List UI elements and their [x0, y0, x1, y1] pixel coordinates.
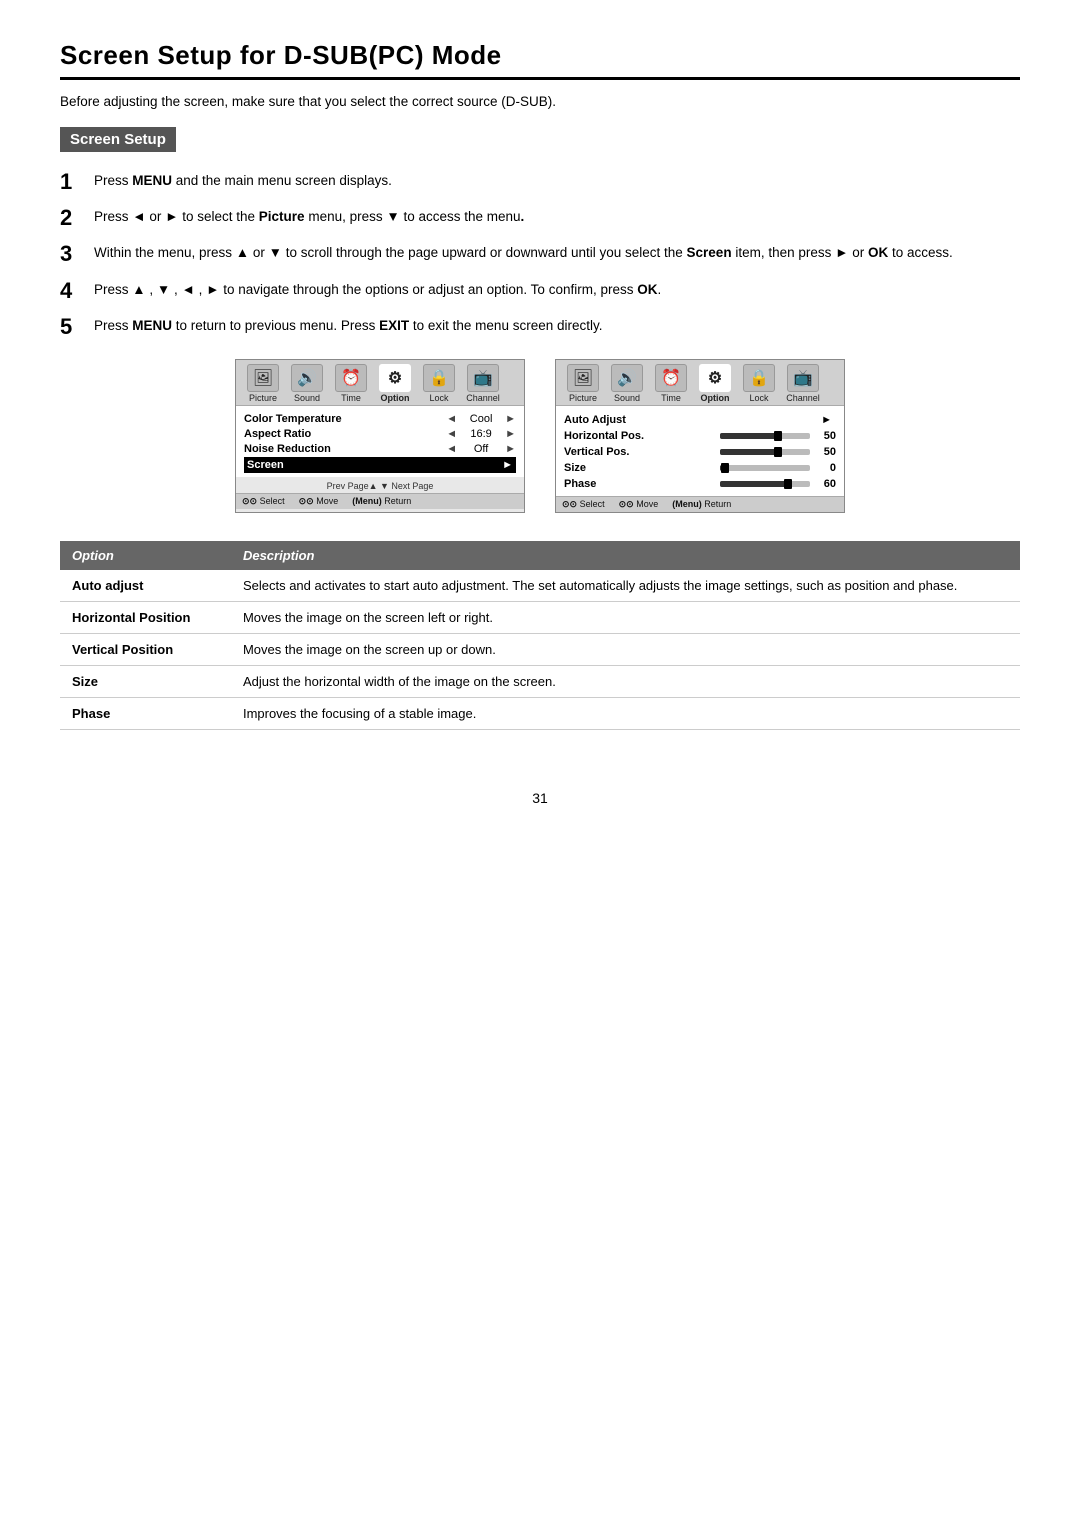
left-icon-sound: 🔊 Sound	[286, 364, 328, 403]
right-row-auto-adjust: Auto Adjust ►	[564, 412, 836, 428]
right-channel-icon: 📺	[787, 364, 819, 392]
right-menu-icons: 🖼 Picture 🔊 Sound ⏰ Time ⚙ Option 🔒 Lock…	[556, 360, 844, 406]
step-2: 2 Press ◄ or ► to select the Picture men…	[60, 206, 1020, 230]
table-cell-description: Improves the focusing of a stable image.	[231, 697, 1020, 729]
lock-icon: 🔒	[423, 364, 455, 392]
step-4-text: Press ▲ , ▼ , ◄ , ► to navigate through …	[94, 279, 1020, 301]
right-icon-option: ⚙ Option	[694, 364, 736, 403]
right-lock-icon: 🔒	[743, 364, 775, 392]
menu-screenshots: 🖼 Picture 🔊 Sound ⏰ Time ⚙ Option 🔒 Lock…	[60, 359, 1020, 513]
section-header: Screen Setup	[60, 127, 1020, 170]
step-5-num: 5	[60, 315, 94, 339]
table-row: Auto adjustSelects and activates to star…	[60, 570, 1020, 602]
table-row: PhaseImproves the focusing of a stable i…	[60, 697, 1020, 729]
col-description-header: Description	[231, 541, 1020, 570]
table-row: Horizontal PositionMoves the image on th…	[60, 601, 1020, 633]
left-icon-option: ⚙ Option	[374, 364, 416, 403]
table-cell-option: Size	[60, 665, 231, 697]
step-4: 4 Press ▲ , ▼ , ◄ , ► to navigate throug…	[60, 279, 1020, 303]
right-icon-time: ⏰ Time	[650, 364, 692, 403]
right-icon-channel: 📺 Channel	[782, 364, 824, 403]
left-prev-next: Prev Page▲ ▼ Next Page	[236, 477, 524, 493]
left-icon-channel: 📺 Channel	[462, 364, 504, 403]
horiz-bar	[720, 433, 810, 439]
step-1-text: Press MENU and the main menu screen disp…	[94, 170, 1020, 192]
right-row-vert-pos: Vertical Pos. 50	[564, 444, 836, 460]
left-row-noise: Noise Reduction ◄ Off ►	[244, 442, 516, 457]
table-row: Vertical PositionMoves the image on the …	[60, 633, 1020, 665]
left-menu-icons: 🖼 Picture 🔊 Sound ⏰ Time ⚙ Option 🔒 Lock…	[236, 360, 524, 406]
table-row: SizeAdjust the horizontal width of the i…	[60, 665, 1020, 697]
left-menu-box: 🖼 Picture 🔊 Sound ⏰ Time ⚙ Option 🔒 Lock…	[235, 359, 525, 513]
right-row-phase: Phase 60	[564, 476, 836, 492]
channel-icon: 📺	[467, 364, 499, 392]
table-header-row: Option Description	[60, 541, 1020, 570]
right-option-icon: ⚙	[699, 364, 731, 392]
right-sound-icon: 🔊	[611, 364, 643, 392]
phase-bar	[720, 481, 810, 487]
option-icon: ⚙	[379, 364, 411, 392]
intro-text: Before adjusting the screen, make sure t…	[60, 94, 1020, 109]
right-menu-box: 🖼 Picture 🔊 Sound ⏰ Time ⚙ Option 🔒 Lock…	[555, 359, 845, 513]
right-menu-footer: ⊙⊙ Select ⊙⊙ Move (Menu) Return	[556, 496, 844, 512]
right-icon-picture: 🖼 Picture	[562, 364, 604, 403]
left-icon-lock: 🔒 Lock	[418, 364, 460, 403]
step-5: 5 Press MENU to return to previous menu.…	[60, 315, 1020, 339]
step-3-num: 3	[60, 242, 94, 266]
table-cell-option: Vertical Position	[60, 633, 231, 665]
table-cell-description: Moves the image on the screen up or down…	[231, 633, 1020, 665]
table-cell-option: Horizontal Position	[60, 601, 231, 633]
steps-list: 1 Press MENU and the main menu screen di…	[60, 170, 1020, 339]
vert-bar	[720, 449, 810, 455]
right-row-horiz-pos: Horizontal Pos. 50	[564, 428, 836, 444]
step-3: 3 Within the menu, press ▲ or ▼ to scrol…	[60, 242, 1020, 266]
right-time-icon: ⏰	[655, 364, 687, 392]
page-number: 31	[60, 790, 1020, 806]
option-table: Option Description Auto adjustSelects an…	[60, 541, 1020, 730]
right-picture-icon: 🖼	[567, 364, 599, 392]
picture-icon: 🖼	[247, 364, 279, 392]
step-4-num: 4	[60, 279, 94, 303]
left-row-color-temp: Color Temperature ◄ Cool ►	[244, 412, 516, 427]
right-icon-sound: 🔊 Sound	[606, 364, 648, 403]
step-2-text: Press ◄ or ► to select the Picture menu,…	[94, 206, 1020, 228]
left-icon-picture: 🖼 Picture	[242, 364, 284, 403]
right-icon-lock: 🔒 Lock	[738, 364, 780, 403]
size-bar	[720, 465, 810, 471]
right-row-size: Size 0	[564, 460, 836, 476]
step-3-text: Within the menu, press ▲ or ▼ to scroll …	[94, 242, 1020, 264]
step-5-text: Press MENU to return to previous menu. P…	[94, 315, 1020, 337]
step-2-num: 2	[60, 206, 94, 230]
col-option-header: Option	[60, 541, 231, 570]
table-cell-description: Moves the image on the screen left or ri…	[231, 601, 1020, 633]
table-cell-description: Selects and activates to start auto adju…	[231, 570, 1020, 602]
right-menu-content: Auto Adjust ► Horizontal Pos. 50 Vertica…	[556, 406, 844, 496]
left-icon-time: ⏰ Time	[330, 364, 372, 403]
table-cell-option: Auto adjust	[60, 570, 231, 602]
page-title: Screen Setup for D-SUB(PC) Mode	[60, 40, 1020, 80]
left-menu-content: Color Temperature ◄ Cool ► Aspect Ratio …	[236, 406, 524, 477]
left-row-screen: Screen ►	[244, 457, 516, 473]
left-row-aspect: Aspect Ratio ◄ 16:9 ►	[244, 427, 516, 442]
sound-icon: 🔊	[291, 364, 323, 392]
table-cell-option: Phase	[60, 697, 231, 729]
table-cell-description: Adjust the horizontal width of the image…	[231, 665, 1020, 697]
step-1-num: 1	[60, 170, 94, 194]
left-menu-footer: ⊙⊙ Select ⊙⊙ Move (Menu) Return	[236, 493, 524, 509]
time-icon: ⏰	[335, 364, 367, 392]
step-1: 1 Press MENU and the main menu screen di…	[60, 170, 1020, 194]
